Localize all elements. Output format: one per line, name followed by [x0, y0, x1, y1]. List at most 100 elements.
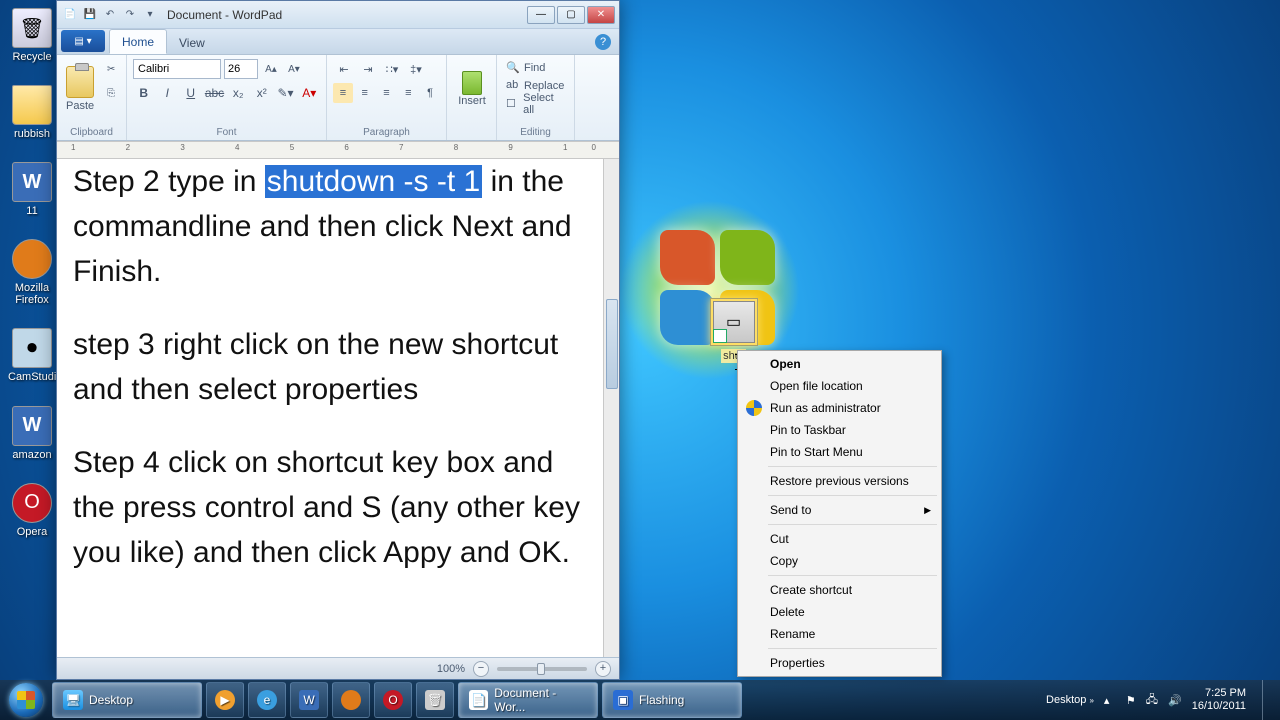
tray-overflow-icon[interactable]: ▴ [1104, 694, 1116, 706]
tray-volume-icon[interactable]: 🔊 [1168, 694, 1182, 707]
ctx-send-to[interactable]: Send to ▶ [740, 499, 939, 521]
document-area[interactable]: Step 2 type in shutdown -s -t 1 in the c… [57, 159, 619, 657]
underline-button[interactable]: U [180, 83, 202, 103]
chevron-icon: » [1089, 696, 1093, 705]
firefox-icon [12, 239, 52, 279]
taskbar-pinned-ie[interactable]: e [248, 682, 286, 718]
bullets-button[interactable]: ∷▾ [381, 59, 403, 79]
increase-indent-button[interactable]: ⇥ [357, 59, 379, 79]
ruler[interactable]: 1 2 3 4 5 6 7 8 9 10 11 12 13 14 15 [57, 141, 619, 159]
find-button[interactable]: 🔍 Find [503, 59, 568, 77]
strikethrough-button[interactable]: abc [204, 83, 226, 103]
app-icon[interactable]: 📄 [61, 6, 79, 24]
zoom-in-button[interactable]: + [595, 661, 611, 677]
qat-dropdown-icon[interactable]: ▾ [141, 6, 159, 24]
taskbar-pinned-word[interactable]: W [290, 682, 328, 718]
minimize-button[interactable]: — [527, 6, 555, 24]
desktop-icon-opera[interactable]: O Opera [8, 483, 56, 538]
cut-button[interactable]: ✂ [101, 59, 121, 79]
close-button[interactable]: ✕ [587, 6, 615, 24]
taskbar-item-flashing[interactable]: ▣ Flashing [602, 682, 742, 718]
highlight-button[interactable]: ✎▾ [275, 83, 297, 103]
scrollbar-thumb[interactable] [606, 299, 618, 389]
grow-font-button[interactable]: A▴ [261, 59, 281, 79]
desktop-icon-word-doc[interactable]: W 11 [8, 162, 56, 217]
qat-undo-icon[interactable]: ↶ [101, 6, 119, 24]
ctx-delete[interactable]: Delete [740, 601, 939, 623]
ctx-open[interactable]: Open [740, 353, 939, 375]
line-spacing-button[interactable]: ‡▾ [405, 59, 427, 79]
tray-flag-icon[interactable]: ⚑ [1126, 694, 1136, 707]
icon-label: Recycle [8, 51, 56, 63]
maximize-button[interactable]: ▢ [557, 6, 585, 24]
ctx-separator [768, 466, 937, 467]
qat-save-icon[interactable]: 💾 [81, 6, 99, 24]
tab-home[interactable]: Home [109, 29, 167, 54]
desktop-icon-amazon[interactable]: W amazon [8, 406, 56, 461]
desktop-icon-folder[interactable]: rubbish [8, 85, 56, 140]
ctx-pin-to-start-menu[interactable]: Pin to Start Menu [740, 441, 939, 463]
picture-icon [462, 71, 482, 95]
align-left-button[interactable]: ≡ [333, 83, 353, 103]
doc-paragraph: Step 2 type in shutdown -s -t 1 in the c… [73, 159, 599, 294]
desktop-icon: 🖥 [63, 690, 83, 710]
help-icon[interactable]: ? [595, 34, 611, 50]
select-all-button[interactable]: ☐ Select all [503, 95, 568, 113]
file-menu-button[interactable]: ▤ ▾ [61, 30, 105, 52]
taskbar-pinned-wmp[interactable]: ▶ [206, 682, 244, 718]
copy-button[interactable]: ⎘ [101, 83, 121, 103]
word-icon: W [12, 162, 52, 202]
taskbar: 🖥 Desktop ▶ e W O 🗑 📄 Document - Wor... … [0, 680, 1280, 720]
title-bar[interactable]: 📄 💾 ↶ ↷ ▾ Document - WordPad — ▢ ✕ [57, 1, 619, 29]
desktop-icon-firefox[interactable]: Mozilla Firefox [8, 239, 56, 306]
taskbar-pinned-opera[interactable]: O [374, 682, 412, 718]
ctx-properties[interactable]: Properties [740, 652, 939, 674]
subscript-button[interactable]: x₂ [228, 83, 250, 103]
ctx-rename[interactable]: Rename [740, 623, 939, 645]
font-color-button[interactable]: A▾ [299, 83, 321, 103]
tray-clock[interactable]: 7:25 PM 16/10/2011 [1192, 687, 1246, 713]
tray-network-icon[interactable]: 🖧 [1146, 691, 1158, 710]
font-size-select[interactable] [224, 59, 258, 79]
icon-label: Opera [8, 526, 56, 538]
vertical-scrollbar[interactable] [603, 159, 619, 657]
font-family-select[interactable] [133, 59, 221, 79]
zoom-thumb[interactable] [537, 663, 545, 675]
paragraph-button[interactable]: ¶ [420, 83, 440, 103]
decrease-indent-button[interactable]: ⇤ [333, 59, 355, 79]
ctx-restore-previous-versions[interactable]: Restore previous versions [740, 470, 939, 492]
ctx-run-as-administrator[interactable]: Run as administrator [740, 397, 939, 419]
superscript-button[interactable]: x² [251, 83, 273, 103]
qat-redo-icon[interactable]: ↷ [121, 6, 139, 24]
align-center-button[interactable]: ≡ [355, 83, 375, 103]
icon-label: rubbish [8, 128, 56, 140]
ctx-create-shortcut[interactable]: Create shortcut [740, 579, 939, 601]
ctx-cut[interactable]: Cut [740, 528, 939, 550]
tab-view[interactable]: View [167, 31, 217, 54]
insert-button[interactable]: Insert [453, 59, 491, 119]
icon-label: Mozilla Firefox [8, 282, 56, 306]
justify-button[interactable]: ≡ [398, 83, 418, 103]
zoom-out-button[interactable]: − [473, 661, 489, 677]
ctx-copy[interactable]: Copy [740, 550, 939, 572]
show-desktop-button[interactable] [1262, 680, 1272, 720]
replace-icon: ab [506, 79, 520, 93]
desktop-icon-recycle-bin[interactable]: 🗑 Recycle [8, 8, 56, 63]
taskbar-pinned-firefox[interactable] [332, 682, 370, 718]
opera-icon: O [12, 483, 52, 523]
taskbar-item-desktop-toolbar[interactable]: 🖥 Desktop [52, 682, 202, 718]
italic-button[interactable]: I [157, 83, 179, 103]
start-button[interactable] [4, 682, 48, 718]
taskbar-pinned-recycle[interactable]: 🗑 [416, 682, 454, 718]
shrink-font-button[interactable]: A▾ [284, 59, 304, 79]
desktop-icon-camstudio[interactable]: ⏺ CamStudio [8, 328, 56, 383]
bold-button[interactable]: B [133, 83, 155, 103]
ctx-open-file-location[interactable]: Open file location [740, 375, 939, 397]
ctx-pin-to-taskbar[interactable]: Pin to Taskbar [740, 419, 939, 441]
tray-desktop-toolbar[interactable]: Desktop » [1046, 694, 1094, 706]
paste-button[interactable]: Paste [63, 59, 97, 119]
ctx-separator [768, 524, 937, 525]
align-right-button[interactable]: ≡ [377, 83, 397, 103]
taskbar-item-wordpad[interactable]: 📄 Document - Wor... [458, 682, 598, 718]
zoom-slider[interactable] [497, 667, 587, 671]
